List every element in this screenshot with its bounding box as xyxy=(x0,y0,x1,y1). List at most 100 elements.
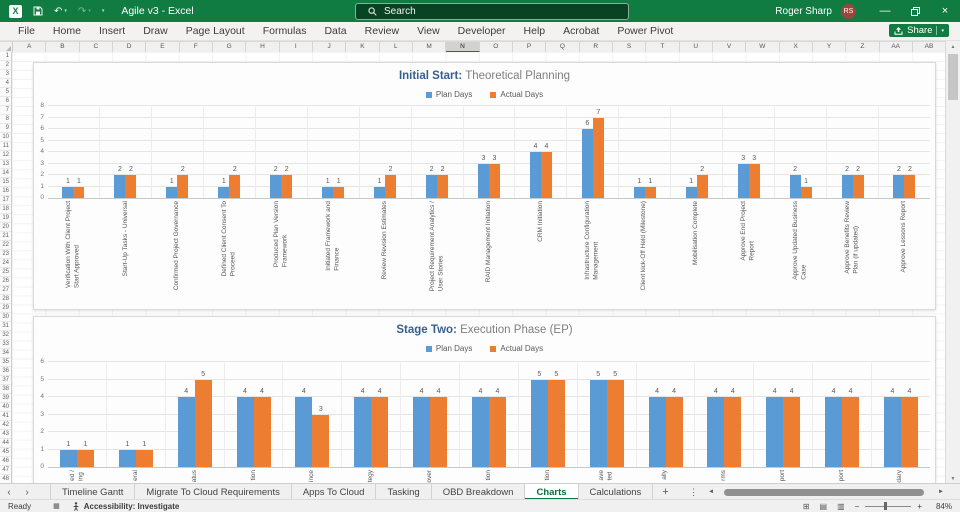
row-header-11[interactable]: 11 xyxy=(0,142,11,151)
save-button[interactable] xyxy=(33,6,43,16)
accessibility-status[interactable]: Accessibility: Investigate xyxy=(72,502,179,511)
ribbon-tab-file[interactable]: File xyxy=(9,25,44,37)
close-button[interactable]: × xyxy=(930,0,960,22)
hscroll-right-icon[interactable]: ► xyxy=(938,489,944,495)
zoom-in-button[interactable]: + xyxy=(917,502,922,511)
ribbon-tab-help[interactable]: Help xyxy=(515,25,555,37)
row-header-13[interactable]: 13 xyxy=(0,160,11,169)
column-header-v[interactable]: V xyxy=(713,42,747,52)
row-header-4[interactable]: 4 xyxy=(0,79,11,88)
page-break-view-icon[interactable]: ▥ xyxy=(837,502,845,511)
column-header-k[interactable]: K xyxy=(346,42,380,52)
column-header-x[interactable]: X xyxy=(780,42,813,52)
row-header-5[interactable]: 5 xyxy=(0,88,11,97)
column-header-r[interactable]: R xyxy=(580,42,613,52)
column-header-l[interactable]: L xyxy=(380,42,413,52)
customize-quick-access-button[interactable]: ▾ xyxy=(102,8,105,14)
sheet-tab-timeline-gantt[interactable]: Timeline Gantt xyxy=(50,484,136,500)
row-header-31[interactable]: 31 xyxy=(0,322,11,331)
ribbon-tab-insert[interactable]: Insert xyxy=(90,25,134,37)
chart-initial-start[interactable]: Initial Start: Theoretical Planning Plan… xyxy=(33,62,936,310)
hscroll-left-icon[interactable]: ◄ xyxy=(708,489,714,495)
row-header-6[interactable]: 6 xyxy=(0,97,11,106)
row-header-47[interactable]: 47 xyxy=(0,466,11,475)
zoom-slider[interactable] xyxy=(865,502,912,510)
column-header-w[interactable]: W xyxy=(746,42,780,52)
ribbon-tab-home[interactable]: Home xyxy=(44,25,90,37)
column-header-i[interactable]: I xyxy=(280,42,313,52)
column-header-c[interactable]: C xyxy=(80,42,113,52)
undo-button[interactable]: ↶ ▾ xyxy=(54,6,67,17)
vertical-scroll-thumb[interactable] xyxy=(948,54,958,100)
column-header-e[interactable]: E xyxy=(146,42,180,52)
column-header-d[interactable]: D xyxy=(113,42,147,52)
ribbon-tab-acrobat[interactable]: Acrobat xyxy=(554,25,608,37)
column-header-n[interactable]: N xyxy=(446,42,480,52)
row-header-22[interactable]: 22 xyxy=(0,241,11,250)
row-header-8[interactable]: 8 xyxy=(0,115,11,124)
row-header-20[interactable]: 20 xyxy=(0,223,11,232)
sheet-tab-apps-to-cloud[interactable]: Apps To Cloud xyxy=(292,484,377,500)
row-header-16[interactable]: 16 xyxy=(0,187,11,196)
row-header-1[interactable]: 1 xyxy=(0,52,11,61)
row-header-24[interactable]: 24 xyxy=(0,259,11,268)
zoom-level[interactable]: 84% xyxy=(932,502,952,511)
row-header-21[interactable]: 21 xyxy=(0,232,11,241)
sheet-tab-tasking[interactable]: Tasking xyxy=(376,484,432,500)
column-header-t[interactable]: T xyxy=(646,42,680,52)
row-header-25[interactable]: 25 xyxy=(0,268,11,277)
horizontal-scroll-thumb[interactable] xyxy=(724,488,925,496)
row-header-36[interactable]: 36 xyxy=(0,367,11,376)
column-header-p[interactable]: P xyxy=(513,42,547,52)
search-input[interactable]: Search xyxy=(355,3,629,20)
row-header-3[interactable]: 3 xyxy=(0,70,11,79)
column-header-aa[interactable]: AA xyxy=(880,42,913,52)
column-header-g[interactable]: G xyxy=(213,42,247,52)
row-header-42[interactable]: 42 xyxy=(0,421,11,430)
share-button[interactable]: Share ▾ xyxy=(889,24,949,37)
account-name[interactable]: Roger Sharp xyxy=(775,6,832,17)
column-header-f[interactable]: F xyxy=(180,42,213,52)
column-header-q[interactable]: Q xyxy=(546,42,580,52)
ribbon-tab-review[interactable]: Review xyxy=(356,25,408,37)
row-header-38[interactable]: 38 xyxy=(0,385,11,394)
ribbon-tab-developer[interactable]: Developer xyxy=(449,25,515,37)
column-header-m[interactable]: M xyxy=(413,42,447,52)
row-header-34[interactable]: 34 xyxy=(0,349,11,358)
row-header-39[interactable]: 39 xyxy=(0,394,11,403)
chart-stage-two[interactable]: Stage Two: Execution Phase (EP) Plan Day… xyxy=(33,316,936,484)
column-header-z[interactable]: Z xyxy=(846,42,880,52)
ribbon-tab-page-layout[interactable]: Page Layout xyxy=(177,25,254,37)
row-header-12[interactable]: 12 xyxy=(0,151,11,160)
row-header-32[interactable]: 32 xyxy=(0,331,11,340)
minimize-button[interactable]: — xyxy=(870,0,900,22)
row-header-10[interactable]: 10 xyxy=(0,133,11,142)
column-header-b[interactable]: B xyxy=(46,42,80,52)
row-header-28[interactable]: 28 xyxy=(0,295,11,304)
sheet-tab-migrate-to-cloud-requirements[interactable]: Migrate To Cloud Requirements xyxy=(135,484,292,500)
row-header-9[interactable]: 9 xyxy=(0,124,11,133)
row-header-15[interactable]: 15 xyxy=(0,178,11,187)
row-header-26[interactable]: 26 xyxy=(0,277,11,286)
sheet-tab-calculations[interactable]: Calculations xyxy=(579,484,654,500)
row-header-40[interactable]: 40 xyxy=(0,403,11,412)
zoom-out-button[interactable]: − xyxy=(855,502,860,511)
ribbon-tab-draw[interactable]: Draw xyxy=(134,25,177,37)
macro-record-icon[interactable]: ▦ xyxy=(53,502,60,510)
tab-overflow-icon[interactable]: ⋮ xyxy=(685,487,702,498)
row-header-14[interactable]: 14 xyxy=(0,169,11,178)
ribbon-tab-data[interactable]: Data xyxy=(315,25,355,37)
page-layout-view-icon[interactable]: ▤ xyxy=(820,502,828,511)
normal-view-icon[interactable]: ⊞ xyxy=(803,502,810,511)
zoom-slider-thumb[interactable] xyxy=(884,502,888,510)
restore-button[interactable] xyxy=(900,0,930,22)
ribbon-tab-power-pivot[interactable]: Power Pivot xyxy=(608,25,682,37)
sheet-next-icon[interactable]: › xyxy=(18,484,36,500)
row-header-43[interactable]: 43 xyxy=(0,430,11,439)
row-header-35[interactable]: 35 xyxy=(0,358,11,367)
row-header-46[interactable]: 46 xyxy=(0,457,11,466)
add-sheet-button[interactable]: + xyxy=(653,484,677,500)
row-header-27[interactable]: 27 xyxy=(0,286,11,295)
avatar[interactable]: RS xyxy=(841,3,856,19)
scroll-up-icon[interactable]: ▲ xyxy=(946,41,960,52)
